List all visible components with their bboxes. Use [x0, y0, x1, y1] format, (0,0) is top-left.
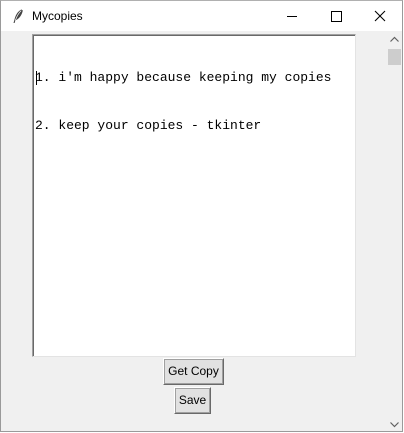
- text-caret: [36, 71, 37, 85]
- maximize-button[interactable]: [314, 1, 358, 31]
- scroll-thumb[interactable]: [388, 49, 401, 65]
- chevron-up-icon: [390, 36, 399, 42]
- text-line: 1. i'm happy because keeping my copies: [35, 70, 332, 85]
- text-content: 1. i'm happy because keeping my copies 2…: [35, 38, 331, 166]
- title-bar[interactable]: Mycopies: [1, 1, 402, 31]
- minimize-icon: [287, 16, 297, 17]
- get-copy-button[interactable]: Get Copy: [163, 358, 224, 385]
- copies-text-area[interactable]: 1. i'm happy because keeping my copies 2…: [32, 34, 356, 357]
- scroll-down-button[interactable]: [386, 416, 402, 431]
- chevron-down-icon: [390, 422, 399, 428]
- window-title: Mycopies: [32, 9, 83, 23]
- scroll-up-button[interactable]: [386, 31, 402, 48]
- feather-icon: [13, 9, 23, 23]
- app-window: Mycopies 1. i'm happy because keeping my…: [0, 0, 403, 432]
- save-button[interactable]: Save: [174, 387, 211, 414]
- client-area: 1. i'm happy because keeping my copies 2…: [1, 31, 402, 431]
- close-button[interactable]: [358, 1, 402, 31]
- vertical-scrollbar[interactable]: [386, 31, 402, 431]
- close-icon: [374, 10, 386, 22]
- text-line: 2. keep your copies - tkinter: [35, 118, 262, 133]
- minimize-button[interactable]: [270, 1, 314, 31]
- maximize-icon: [331, 11, 342, 22]
